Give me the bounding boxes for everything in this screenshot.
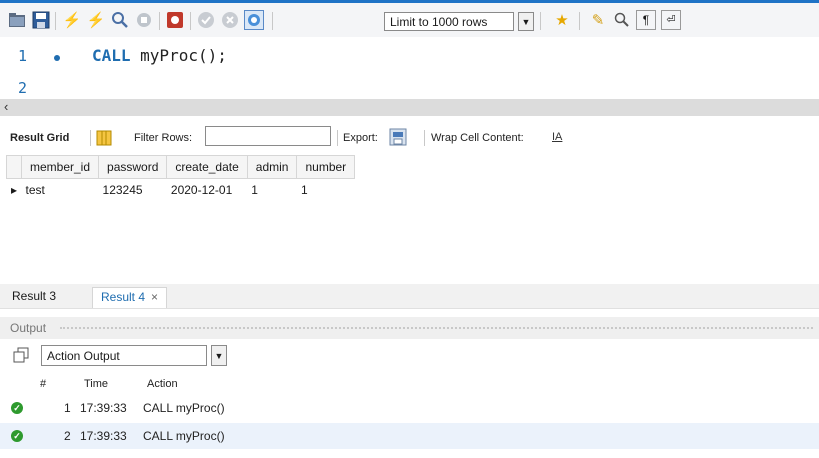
commit-icon[interactable] — [196, 10, 216, 30]
chevron-down-icon[interactable]: ▼ — [518, 12, 534, 31]
editor-horizontal-scrollbar[interactable]: ‹ — [0, 99, 819, 116]
code-line-1[interactable]: CALL myProc(); — [92, 46, 227, 65]
export-icon[interactable] — [389, 128, 407, 146]
column-header[interactable]: password — [98, 155, 168, 179]
output-time: 17:39:33 — [80, 401, 127, 415]
table-cell[interactable]: 1 — [297, 179, 355, 202]
autocommit-icon[interactable] — [244, 10, 264, 30]
open-folder-icon[interactable] — [7, 10, 27, 30]
table-cell[interactable]: 1 — [247, 179, 297, 202]
column-header[interactable]: member_id — [20, 155, 100, 179]
column-header[interactable]: admin — [246, 155, 298, 179]
output-type-select[interactable]: Action Output — [41, 345, 207, 366]
result-table: member_id password create_date admin num… — [6, 155, 356, 202]
toolbar-separator — [272, 12, 273, 30]
table-cell[interactable]: 2020-12-01 — [167, 179, 247, 202]
sql-editor-toolbar: ⚡ ⚡ Limit to 1000 rows ▼ ★ ✎ ¶ ⏎ — [0, 3, 819, 37]
column-header[interactable]: create_date — [166, 155, 248, 179]
row-selector-header[interactable] — [6, 155, 22, 179]
table-cell[interactable]: test — [22, 179, 99, 202]
output-num: 2 — [64, 429, 71, 443]
tab-result-4[interactable]: Result 4 × — [92, 287, 168, 308]
table-header-row: member_id password create_date admin num… — [6, 155, 356, 179]
output-row[interactable]: ✓ 1 17:39:33 CALL myProc() — [0, 395, 819, 421]
output-column-num: # — [40, 378, 47, 390]
find-icon[interactable] — [612, 10, 632, 30]
save-icon[interactable] — [31, 10, 51, 30]
toolbar-separator — [337, 130, 338, 146]
output-title: Output — [10, 321, 47, 335]
sql-text: myProc(); — [130, 46, 227, 65]
toolbar-separator — [579, 12, 580, 30]
header-grip — [60, 327, 813, 329]
success-check-icon: ✓ — [11, 402, 23, 414]
invisible-chars-icon[interactable]: ¶ — [636, 10, 656, 30]
line-number: 2 — [18, 79, 28, 97]
result-grid: member_id password create_date admin num… — [6, 155, 356, 202]
limit-rows-select[interactable]: Limit to 1000 rows — [384, 12, 514, 31]
line-number: 1 — [18, 47, 28, 65]
output-action: CALL myProc() — [143, 429, 225, 443]
success-check-icon: ✓ — [11, 430, 23, 442]
output-panel-header: Output — [0, 317, 819, 339]
statement-marker-icon — [54, 55, 60, 61]
output-column-action: Action — [147, 378, 178, 390]
result-tabs: Result 3 Result 4 × — [0, 284, 819, 309]
row-pointer-icon[interactable]: ▸ — [7, 179, 22, 202]
bookmark-star-icon[interactable]: ★ — [552, 10, 572, 30]
output-column-time: Time — [84, 378, 109, 390]
tab-result-3[interactable]: Result 3 — [4, 287, 64, 307]
export-label: Export: — [343, 132, 378, 144]
toolbar-separator — [190, 12, 191, 30]
table-row[interactable]: ▸ test 123245 2020-12-01 1 1 — [7, 179, 355, 202]
output-row[interactable]: ✓ 2 17:39:33 CALL myProc() — [0, 423, 819, 449]
explain-magnifier-icon[interactable] — [110, 10, 130, 30]
result-grid-label[interactable]: Result Grid — [10, 132, 69, 144]
toolbar-separator — [540, 12, 541, 30]
output-type-value: Action Output — [47, 349, 120, 363]
tab-label: Result 4 — [101, 290, 146, 304]
wrap-cell-content-label: Wrap Cell Content: — [431, 132, 524, 144]
wrap-cell-icon[interactable]: IA — [552, 131, 562, 143]
column-header[interactable]: number — [296, 155, 356, 179]
toggle-error-icon[interactable] — [165, 10, 185, 30]
sql-keyword: CALL — [92, 46, 131, 65]
wrap-icon[interactable]: ⏎ — [661, 10, 681, 30]
output-num: 1 — [64, 401, 71, 415]
toolbar-separator — [55, 12, 56, 30]
execute-lightning-icon[interactable]: ⚡ — [62, 10, 82, 30]
close-icon[interactable]: × — [151, 290, 158, 304]
chevron-left-icon[interactable]: ‹ — [4, 99, 8, 114]
result-grid-toolbar: Result Grid Filter Rows: Export: Wrap Ce… — [0, 124, 819, 152]
stop-icon[interactable] — [134, 10, 154, 30]
copy-icon[interactable] — [13, 347, 29, 363]
rollback-icon[interactable] — [220, 10, 240, 30]
table-cell[interactable]: 123245 — [99, 179, 167, 202]
limit-rows-value: Limit to 1000 rows — [390, 15, 488, 29]
execute-cursor-lightning-icon[interactable]: ⚡ — [86, 10, 106, 30]
sql-editor[interactable]: 1 CALL myProc(); 2 — [0, 37, 819, 99]
filter-rows-label: Filter Rows: — [134, 132, 193, 144]
toolbar-separator — [90, 130, 91, 146]
output-action: CALL myProc() — [143, 401, 225, 415]
beautify-broom-icon[interactable]: ✎ — [588, 10, 608, 30]
grid-layout-icon[interactable] — [96, 130, 112, 146]
chevron-down-icon[interactable]: ▼ — [211, 345, 227, 366]
toolbar-separator — [159, 12, 160, 30]
filter-rows-input[interactable] — [205, 126, 331, 146]
output-time: 17:39:33 — [80, 429, 127, 443]
toolbar-separator — [424, 130, 425, 146]
tab-label: Result 3 — [12, 289, 57, 303]
